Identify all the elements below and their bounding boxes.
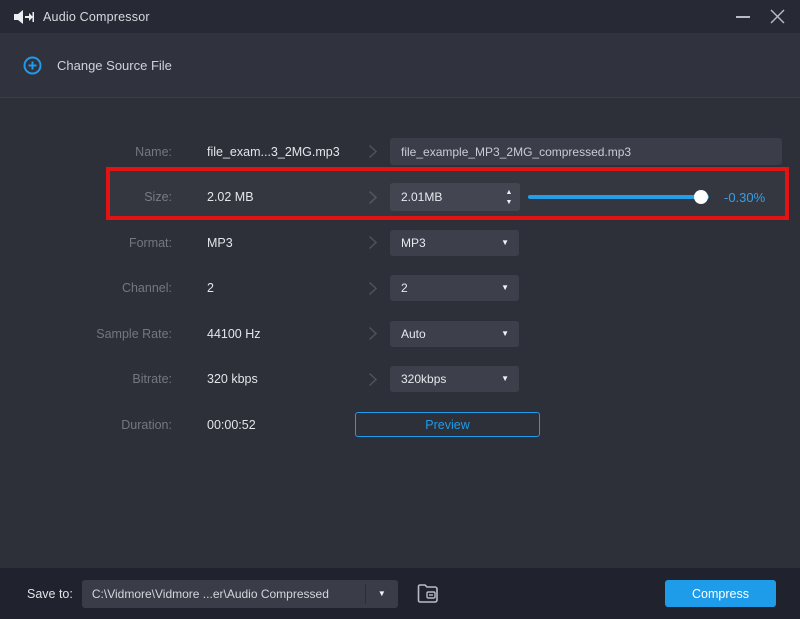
chevron-down-icon: ▼ <box>501 375 509 383</box>
duration-row: Duration: 00:00:52 Preview <box>0 402 800 448</box>
window-title: Audio Compressor <box>43 10 150 24</box>
spinner-buttons: ▲ ▼ <box>498 189 520 206</box>
save-path-value[interactable]: C:\Vidmore\Vidmore ...er\Audio Compresse… <box>82 587 365 601</box>
channel-source-value: 2 <box>207 281 355 295</box>
chevron-right-icon <box>355 190 390 205</box>
name-label: Name: <box>0 145 172 159</box>
channel-row: Channel: 2 2 ▼ <box>0 266 800 312</box>
chevron-down-icon: ▼ <box>378 589 386 598</box>
bitrate-row: Bitrate: 320 kbps 320kbps ▼ <box>0 357 800 403</box>
close-button[interactable] <box>760 0 794 33</box>
sample-rate-source-value: 44100 Hz <box>207 327 355 341</box>
minimize-button[interactable] <box>726 0 760 33</box>
chevron-right-icon <box>355 372 390 387</box>
sample-rate-label: Sample Rate: <box>0 327 172 341</box>
sample-rate-row: Sample Rate: 44100 Hz Auto ▼ <box>0 311 800 357</box>
duration-value: 00:00:52 <box>207 418 355 432</box>
folder-icon <box>416 583 440 604</box>
chevron-right-icon <box>355 281 390 296</box>
plus-circle-icon <box>23 56 42 75</box>
format-row: Format: MP3 MP3 ▼ <box>0 220 800 266</box>
bitrate-source-value: 320 kbps <box>207 372 355 386</box>
audio-compressor-window: Audio Compressor Change Source File Name… <box>0 0 800 619</box>
chevron-down-icon: ▼ <box>501 284 509 292</box>
name-source-value: file_exam...3_2MG.mp3 <box>207 145 355 159</box>
chevron-right-icon <box>355 144 390 159</box>
size-reduction-percent: -0.30% <box>724 190 765 205</box>
title-bar: Audio Compressor <box>0 0 800 33</box>
channel-dropdown[interactable]: 2 ▼ <box>390 275 519 301</box>
chevron-down-icon: ▼ <box>501 330 509 338</box>
bitrate-selected-value: 320kbps <box>401 372 446 386</box>
footer-bar: Save to: C:\Vidmore\Vidmore ...er\Audio … <box>0 568 800 619</box>
size-source-value: 2.02 MB <box>207 190 355 204</box>
format-label: Format: <box>0 236 172 250</box>
browse-folder-button[interactable] <box>415 582 441 606</box>
format-dropdown[interactable]: MP3 ▼ <box>390 230 519 256</box>
spin-up-icon[interactable]: ▲ <box>506 189 513 196</box>
name-row: Name: file_exam...3_2MG.mp3 <box>0 129 800 175</box>
channel-label: Channel: <box>0 281 172 295</box>
chevron-right-icon <box>355 326 390 341</box>
format-selected-value: MP3 <box>401 236 426 250</box>
sample-rate-selected-value: Auto <box>401 327 426 341</box>
bitrate-label: Bitrate: <box>0 372 172 386</box>
target-size-spinner: ▲ ▼ <box>390 183 520 211</box>
target-size-input[interactable] <box>390 190 498 204</box>
spin-down-icon[interactable]: ▼ <box>506 199 513 206</box>
slider-track[interactable] <box>528 195 709 199</box>
size-row: Size: 2.02 MB ▲ ▼ -0.30% <box>0 175 800 221</box>
preview-button[interactable]: Preview <box>355 412 540 437</box>
speaker-compress-icon <box>14 9 34 25</box>
change-source-file-button[interactable]: Change Source File <box>0 33 800 98</box>
save-to-label: Save to: <box>27 587 73 601</box>
slider-thumb[interactable] <box>694 190 708 204</box>
compress-button[interactable]: Compress <box>665 580 776 607</box>
close-icon <box>770 9 785 24</box>
settings-panel: Name: file_exam...3_2MG.mp3 Size: 2.02 M… <box>0 99 800 568</box>
size-label: Size: <box>0 190 172 204</box>
sample-rate-dropdown[interactable]: Auto ▼ <box>390 321 519 347</box>
output-name-input[interactable] <box>390 138 782 165</box>
bitrate-dropdown[interactable]: 320kbps ▼ <box>390 366 519 392</box>
duration-label: Duration: <box>0 418 172 432</box>
path-dropdown-button[interactable]: ▼ <box>366 589 398 598</box>
window-controls <box>726 0 794 33</box>
format-source-value: MP3 <box>207 236 355 250</box>
save-path-combo[interactable]: C:\Vidmore\Vidmore ...er\Audio Compresse… <box>82 580 398 608</box>
chevron-down-icon: ▼ <box>501 239 509 247</box>
minimize-icon <box>736 16 750 18</box>
channel-selected-value: 2 <box>401 281 408 295</box>
chevron-right-icon <box>355 235 390 250</box>
size-slider[interactable] <box>528 190 709 204</box>
change-source-file-label: Change Source File <box>57 58 172 73</box>
